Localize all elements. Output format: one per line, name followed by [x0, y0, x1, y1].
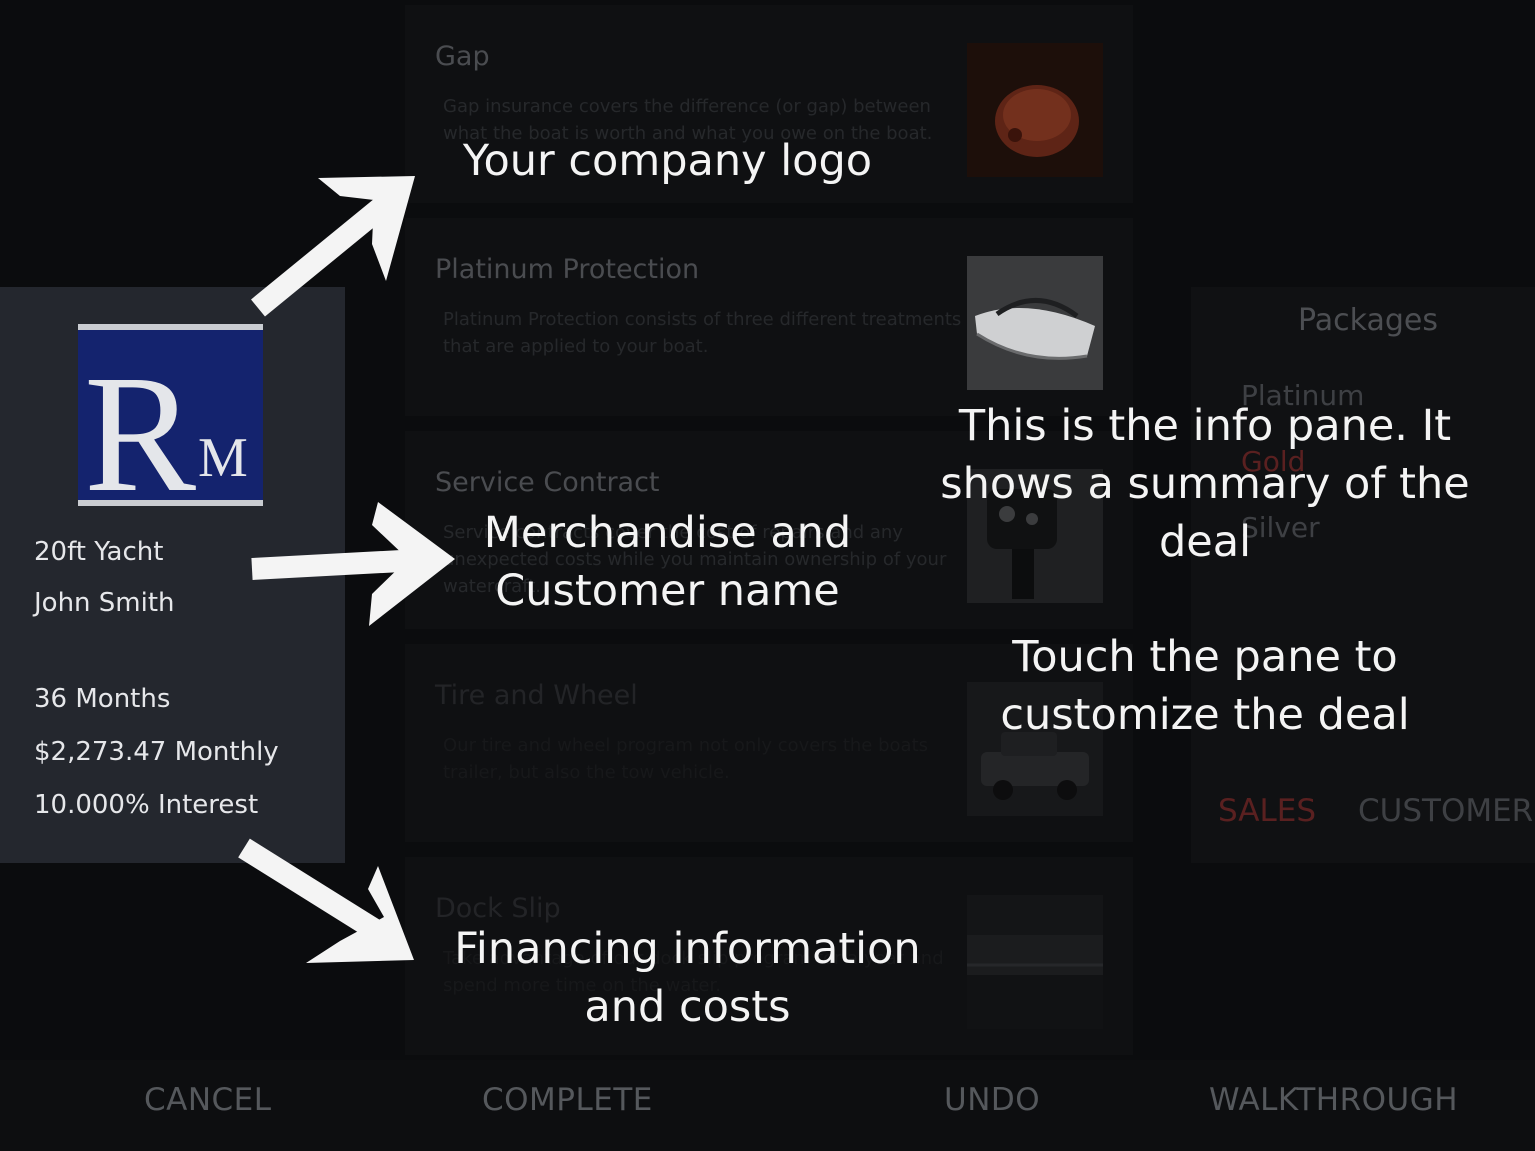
- annotation-line: Merchandise and: [483, 508, 852, 558]
- annotation-line: shows a summary of the: [940, 459, 1470, 509]
- annotation-line: Financing information: [454, 924, 921, 974]
- arrow-to-logo-annotation: [251, 191, 397, 317]
- annotation-line: and costs: [584, 982, 791, 1032]
- arrow-to-financing-annotation: [238, 838, 394, 948]
- annotation-info-pane: This is the info pane. It shows a summar…: [935, 397, 1475, 571]
- annotation-company-logo: Your company logo: [462, 136, 873, 186]
- annotation-line: customize the deal: [1000, 690, 1410, 740]
- annotation-touch-pane: Touch the pane to customize the deal: [935, 628, 1475, 744]
- arrow-to-merchandise-annotation: [251, 549, 421, 580]
- annotation-line: Touch the pane to: [1012, 632, 1398, 682]
- annotation-line: This is the info pane. It: [958, 401, 1452, 451]
- annotation-financing: Financing information and costs: [440, 920, 935, 1036]
- annotation-merchandise: Merchandise and Customer name: [455, 504, 880, 620]
- annotation-line: deal: [1158, 517, 1252, 567]
- annotation-line: Customer name: [495, 566, 840, 616]
